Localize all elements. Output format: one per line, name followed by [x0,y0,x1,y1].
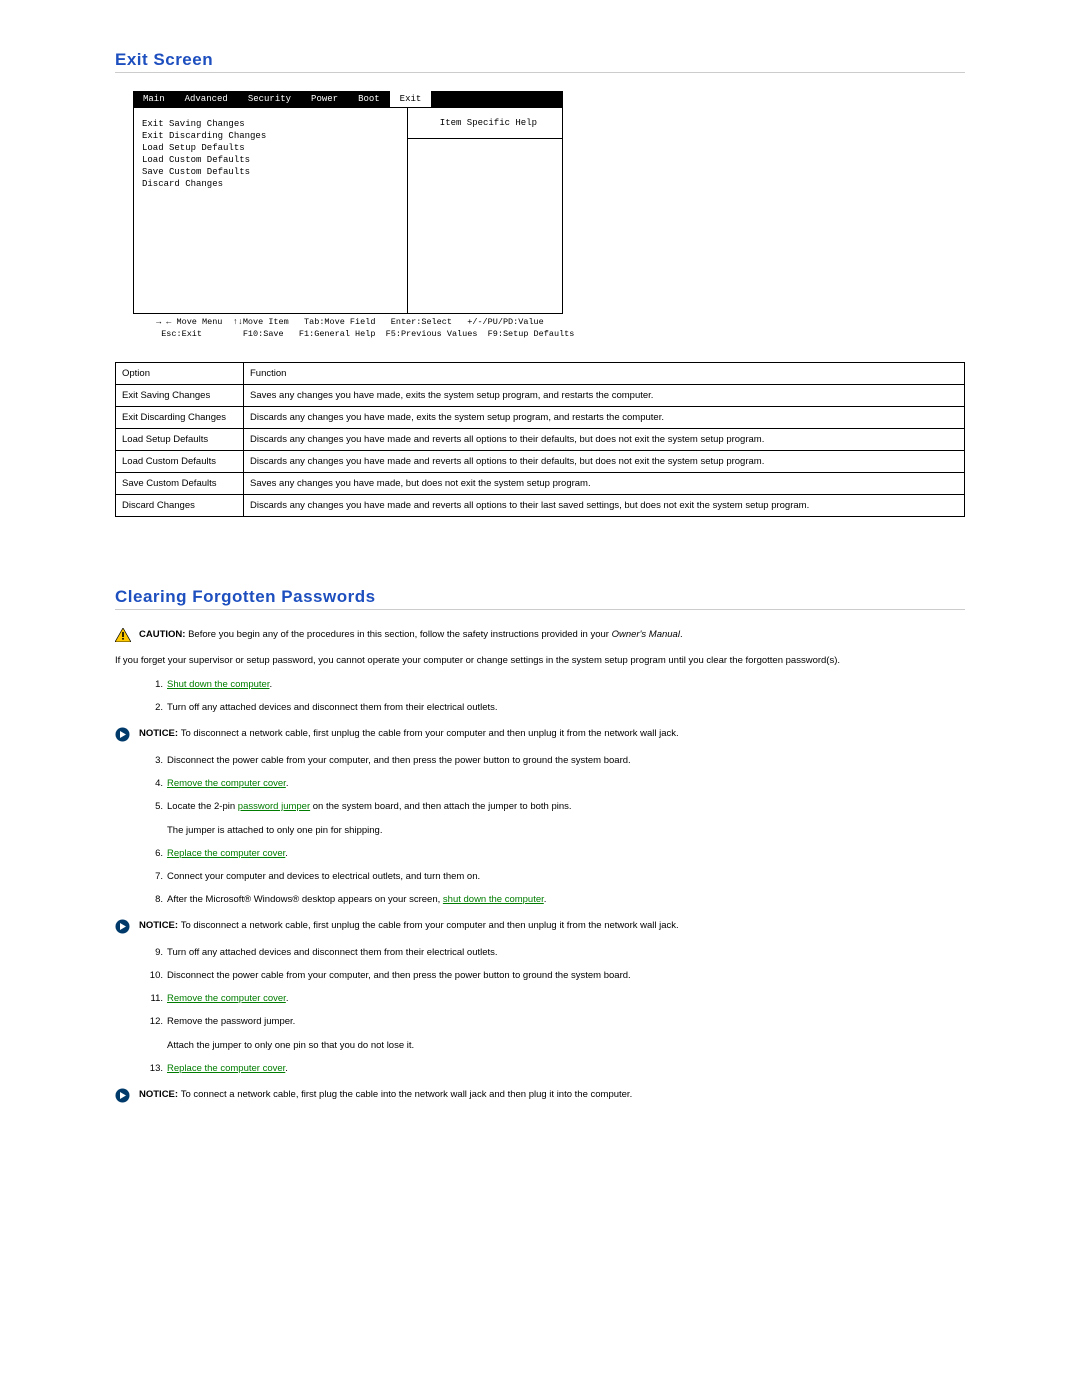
bios-exit-panel: Main Advanced Security Power Boot Exit E… [133,91,563,340]
notice-block: NOTICE: To disconnect a network cable, f… [115,727,965,742]
fn-cell: Discards any changes you have made and r… [244,429,965,451]
col-function: Function [244,363,965,385]
remove-cover-link[interactable]: Remove the computer cover [167,778,286,789]
step-9: Turn off any attached devices and discon… [143,946,965,960]
remove-cover-link[interactable]: Remove the computer cover [167,993,286,1004]
notice-circle-icon [115,1088,133,1103]
intro-paragraph: If you forget your supervisor or setup p… [115,654,965,668]
bios-tab-bar: Main Advanced Security Power Boot Exit [133,91,563,107]
fn-cell: Saves any changes you have made, but doe… [244,473,965,495]
bios-footer: → ← Move Menu ↑↓Move Item Tab:Move Field… [133,314,563,340]
password-jumper-link[interactable]: password jumper [238,801,310,812]
options-table: Option Function Exit Saving ChangesSaves… [115,362,965,517]
caution-text: CAUTION: Before you begin any of the pro… [139,628,965,642]
caution-body-c: . [680,629,683,640]
steps-list: Turn off any attached devices and discon… [143,946,965,1076]
replace-cover-link[interactable]: Replace the computer cover [167,848,285,859]
step-8: After the Microsoft® Windows® desktop ap… [143,893,965,907]
notice-lead: NOTICE: [139,1089,181,1100]
steps-list: Shut down the computer. Turn off any att… [143,678,965,715]
bios-option: Save Custom Defaults [142,166,399,178]
heading-exit-screen: Exit Screen [115,50,965,73]
step-13: Replace the computer cover. [143,1062,965,1076]
notice-text: NOTICE: To disconnect a network cable, f… [139,919,965,933]
table-row: Exit Saving ChangesSaves any changes you… [116,385,965,407]
step-7: Connect your computer and devices to ele… [143,870,965,884]
caution-lead: CAUTION: [139,629,188,640]
opt-cell: Discard Changes [116,495,244,517]
step-12: Remove the password jumper.Attach the ju… [143,1015,965,1053]
step-3: Disconnect the power cable from your com… [143,754,965,768]
replace-cover-link[interactable]: Replace the computer cover [167,1063,285,1074]
opt-cell: Load Custom Defaults [116,451,244,473]
owners-manual-ref: Owner's Manual [612,629,680,640]
notice-lead: NOTICE: [139,728,181,739]
bios-option: Exit Discarding Changes [142,130,399,142]
notice-circle-icon [115,919,133,934]
step-12-sub: Attach the jumper to only one pin so tha… [167,1039,965,1053]
bios-tab-exit: Exit [390,91,432,107]
table-row: Save Custom DefaultsSaves any changes yo… [116,473,965,495]
bios-option: Discard Changes [142,178,399,190]
opt-cell: Save Custom Defaults [116,473,244,495]
bios-foot-line: Esc:Exit F10:Save F1:General Help F5:Pre… [151,329,574,339]
bios-option: Exit Saving Changes [142,118,399,130]
step-5-sub: The jumper is attached to only one pin f… [167,824,965,838]
steps-list: Disconnect the power cable from your com… [143,754,965,907]
table-header-row: Option Function [116,363,965,385]
notice-body: To disconnect a network cable, first unp… [181,728,679,739]
opt-cell: Exit Discarding Changes [116,407,244,429]
fn-cell: Discards any changes you have made and r… [244,451,965,473]
step-11: Remove the computer cover. [143,992,965,1006]
bios-tab-advanced: Advanced [175,91,238,107]
fn-cell: Discards any changes you have made, exit… [244,407,965,429]
bios-right-pane: Item Specific Help [408,108,562,313]
notice-block: NOTICE: To disconnect a network cable, f… [115,919,965,934]
fn-cell: Saves any changes you have made, exits t… [244,385,965,407]
notice-text: NOTICE: To disconnect a network cable, f… [139,727,965,741]
table-row: Load Custom DefaultsDiscards any changes… [116,451,965,473]
bios-option: Load Setup Defaults [142,142,399,154]
step-4: Remove the computer cover. [143,777,965,791]
table-row: Discard ChangesDiscards any changes you … [116,495,965,517]
opt-cell: Load Setup Defaults [116,429,244,451]
bios-tab-power: Power [301,91,348,107]
col-option: Option [116,363,244,385]
step-6: Replace the computer cover. [143,847,965,861]
bios-option: Load Custom Defaults [142,154,399,166]
step-10: Disconnect the power cable from your com… [143,969,965,983]
notice-body: To disconnect a network cable, first unp… [181,920,679,931]
bios-left-pane: Exit Saving Changes Exit Discarding Chan… [134,108,408,313]
bios-body: Exit Saving Changes Exit Discarding Chan… [133,107,563,314]
caution-body-a: Before you begin any of the procedures i… [188,629,612,640]
notice-lead: NOTICE: [139,920,181,931]
opt-cell: Exit Saving Changes [116,385,244,407]
warning-triangle-icon [115,628,133,642]
notice-text: NOTICE: To connect a network cable, firs… [139,1088,965,1102]
bios-tab-boot: Boot [348,91,390,107]
caution-block: CAUTION: Before you begin any of the pro… [115,628,965,642]
table-row: Load Setup DefaultsDiscards any changes … [116,429,965,451]
bios-help-title: Item Specific Help [408,108,562,139]
shut-down-link[interactable]: shut down the computer [443,894,544,905]
bios-foot-line: → ← Move Menu ↑↓Move Item Tab:Move Field… [151,317,544,327]
step-5: Locate the 2-pin password jumper on the … [143,800,965,838]
bios-tab-security: Security [238,91,301,107]
notice-circle-icon [115,727,133,742]
step-1: Shut down the computer. [143,678,965,692]
bios-tab-main: Main [133,91,175,107]
notice-block: NOTICE: To connect a network cable, firs… [115,1088,965,1103]
heading-clearing-passwords: Clearing Forgotten Passwords [115,587,965,610]
shut-down-link[interactable]: Shut down the computer [167,679,269,690]
step-2: Turn off any attached devices and discon… [143,701,965,715]
page-content: Exit Screen Main Advanced Security Power… [0,0,1080,1175]
notice-body: To connect a network cable, first plug t… [181,1089,633,1100]
fn-cell: Discards any changes you have made and r… [244,495,965,517]
table-row: Exit Discarding ChangesDiscards any chan… [116,407,965,429]
